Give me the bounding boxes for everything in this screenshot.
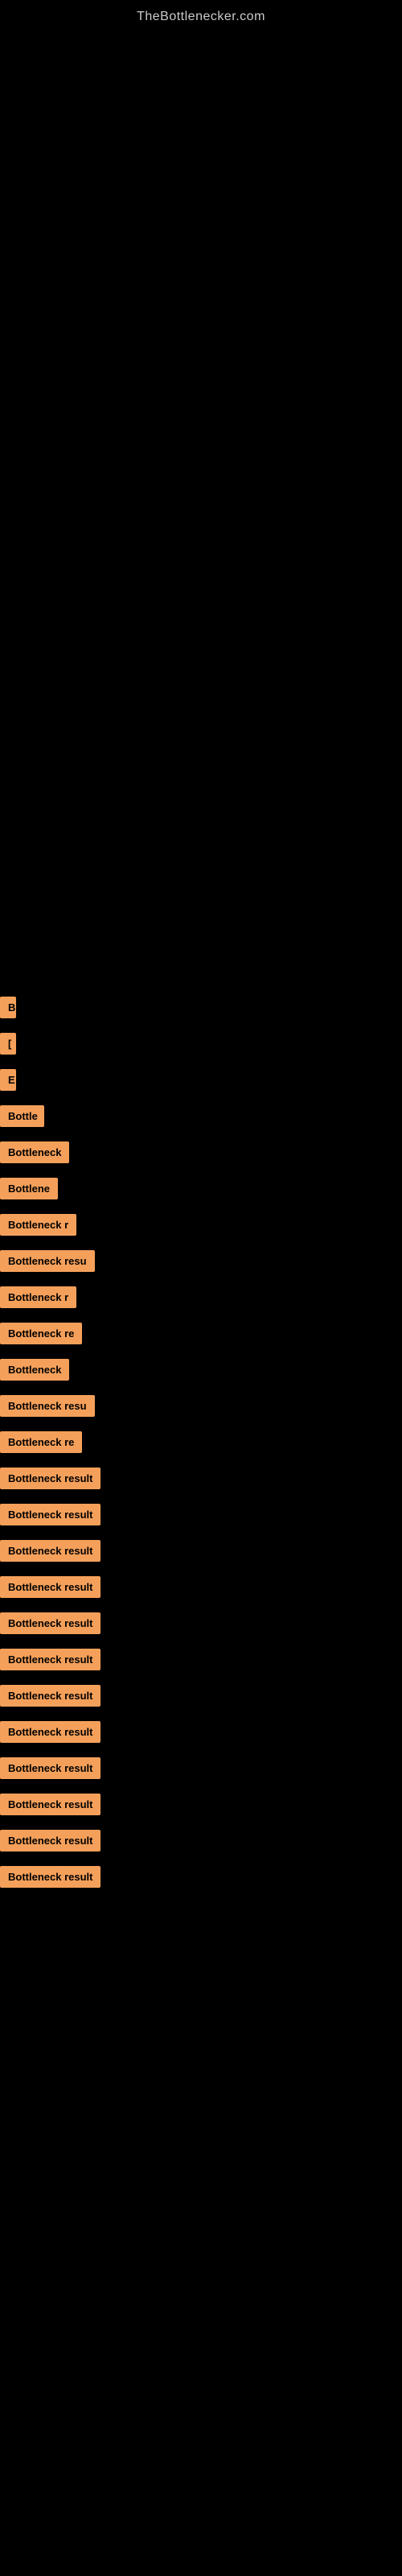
list-item: Bottleneck result: [0, 1757, 402, 1785]
list-item: Bottleneck re: [0, 1431, 402, 1459]
bottleneck-result-badge[interactable]: Bottleneck result: [0, 1649, 100, 1670]
list-item: Bottleneck result: [0, 1504, 402, 1532]
list-item: E: [0, 1069, 402, 1097]
bottleneck-result-badge[interactable]: Bottle: [0, 1105, 44, 1127]
bottleneck-result-badge[interactable]: Bottleneck result: [0, 1794, 100, 1815]
list-item: Bottleneck result: [0, 1866, 402, 1894]
bottleneck-result-badge[interactable]: Bottleneck result: [0, 1721, 100, 1743]
bottleneck-result-badge[interactable]: Bottleneck r: [0, 1214, 76, 1236]
bottleneck-result-badge[interactable]: Bottleneck result: [0, 1540, 100, 1562]
bottleneck-result-badge[interactable]: Bottleneck: [0, 1359, 69, 1381]
bottleneck-result-badge[interactable]: Bottleneck: [0, 1141, 69, 1163]
list-item: Bottleneck result: [0, 1649, 402, 1677]
list-item: Bottleneck result: [0, 1468, 402, 1496]
bottleneck-result-badge[interactable]: Bottleneck re: [0, 1431, 82, 1453]
list-item: Bottleneck re: [0, 1323, 402, 1351]
list-item: Bottleneck resu: [0, 1250, 402, 1278]
list-item: Bottleneck result: [0, 1685, 402, 1713]
list-item: Bottleneck result: [0, 1540, 402, 1568]
site-title: TheBottlenecker.com: [0, 0, 402, 31]
bottleneck-result-badge[interactable]: Bottleneck result: [0, 1757, 100, 1779]
bottleneck-result-badge[interactable]: Bottleneck resu: [0, 1250, 95, 1272]
bottleneck-result-badge[interactable]: Bottleneck re: [0, 1323, 82, 1344]
list-item: Bottle: [0, 1105, 402, 1133]
list-item: Bottleneck: [0, 1141, 402, 1170]
bottleneck-result-badge[interactable]: Bottleneck resu: [0, 1395, 95, 1417]
list-item: Bottleneck: [0, 1359, 402, 1387]
bottleneck-result-badge[interactable]: Bottleneck r: [0, 1286, 76, 1308]
list-item: Bottleneck result: [0, 1830, 402, 1858]
bottleneck-result-badge[interactable]: Bottleneck result: [0, 1468, 100, 1489]
list-item: Bottleneck result: [0, 1612, 402, 1641]
bottleneck-result-badge[interactable]: Bottleneck result: [0, 1685, 100, 1707]
items-container: B [ E Bottle Bottleneck Bottlene Bottleneck r B…: [0, 31, 402, 1902]
list-item: [: [0, 1033, 402, 1061]
list-item: Bottleneck result: [0, 1794, 402, 1822]
bottleneck-result-badge[interactable]: Bottleneck result: [0, 1830, 100, 1852]
list-item: B: [0, 997, 402, 1025]
list-item: Bottleneck r: [0, 1214, 402, 1242]
bottleneck-result-badge[interactable]: Bottleneck result: [0, 1866, 100, 1888]
bottleneck-result-badge[interactable]: Bottleneck result: [0, 1576, 100, 1598]
bottleneck-result-badge[interactable]: Bottleneck result: [0, 1504, 100, 1525]
list-item: Bottleneck resu: [0, 1395, 402, 1423]
list-item: Bottleneck result: [0, 1576, 402, 1604]
bottleneck-result-badge[interactable]: [: [0, 1033, 16, 1055]
list-item: Bottleneck r: [0, 1286, 402, 1315]
list-item: Bottleneck result: [0, 1721, 402, 1749]
list-item: Bottlene: [0, 1178, 402, 1206]
bottleneck-result-badge[interactable]: B: [0, 997, 16, 1018]
bottleneck-result-badge[interactable]: Bottleneck result: [0, 1612, 100, 1634]
bottleneck-result-badge[interactable]: Bottlene: [0, 1178, 58, 1199]
bottleneck-result-badge[interactable]: E: [0, 1069, 16, 1091]
